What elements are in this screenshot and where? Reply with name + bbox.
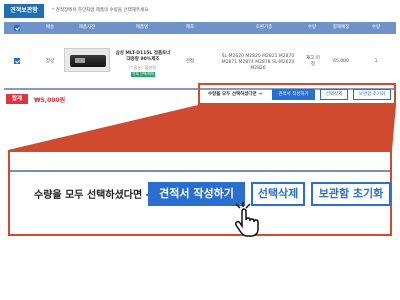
select-all-checkbox[interactable] (14, 25, 20, 31)
action-prompt: 수량을 모두 선택하셨다면 → (208, 92, 263, 97)
reset-storage-button[interactable]: 보관함 초기화 (353, 89, 391, 100)
hand-cursor-icon (234, 202, 259, 237)
tab-quote-storage[interactable]: 견적보관함 (4, 4, 44, 18)
count-value: 1 (374, 59, 378, 64)
zoom-action-prompt: 수량을 모두 선택하셨다면 → (34, 190, 155, 201)
action-highlight-box: 수량을 모두 선택하셨다면 → 견적서 작성하기 선택삭제 보관함 초기화 (198, 83, 396, 105)
header-maker: 제조 (185, 25, 195, 30)
compatible-models: SL-M2620 M2820 M2821 M2870 M2871 M2874 M… (221, 54, 295, 71)
price-value: 65,000 (333, 59, 349, 64)
header-product-name: 제품명 (135, 25, 149, 30)
header-product-image: 제품사진 (78, 25, 96, 30)
delete-selected-button[interactable]: 선택삭제 (320, 89, 348, 100)
table-header: 배송 제품사진 제품명 제조 호환기종 수량 결제예정 수량 (4, 22, 396, 34)
product-tag[interactable]: 전체 선택/해제 (131, 72, 155, 77)
header-compatible: 호환기종 (255, 25, 273, 30)
total-label: 합계 (6, 94, 28, 104)
zoom-callout: 수량을 모두 선택하셨다면 → 견적서 작성하기 선택삭제 보관함 초기화 (8, 150, 392, 237)
delivery-status: 정상 (45, 59, 55, 64)
header-price: 결제예정 (332, 25, 350, 30)
row-checkbox[interactable] (14, 58, 20, 64)
top-tab-bar: 견적보관함 * 견적장에서 하단처럼 제품의 수량을 선택해주세요. (0, 0, 400, 20)
table-row: 정상 삼성 MLT-D115L 정품토너 대용량 90%제조 * 옵션 : 옵션… (4, 34, 396, 90)
quote-table: 배송 제품사진 제품명 제조 호환기종 수량 결제예정 수량 정상 삼성 MLT… (4, 22, 396, 90)
product-title[interactable]: 삼성 MLT-D115L 정품토너 대용량 90%제조 (114, 51, 172, 63)
total-amount: ₩5,000원 (34, 97, 66, 104)
maker-value: 검정 (185, 59, 195, 64)
notice-text: * 견적장에서 하단처럼 제품의 수량을 선택해주세요. (52, 8, 150, 13)
product-image (64, 48, 110, 72)
product-option: * 옵션 : 옵션정 (130, 65, 156, 70)
header-count: 수량 (371, 25, 381, 30)
qty-value: 재고 미정 (306, 56, 320, 67)
header-delivery: 배송 (45, 25, 55, 30)
create-quote-button[interactable]: 견적서 작성하기 (272, 89, 315, 100)
zoom-reset-storage-button[interactable]: 보관함 초기화 (311, 182, 391, 206)
header-qty: 수량 (307, 25, 317, 30)
